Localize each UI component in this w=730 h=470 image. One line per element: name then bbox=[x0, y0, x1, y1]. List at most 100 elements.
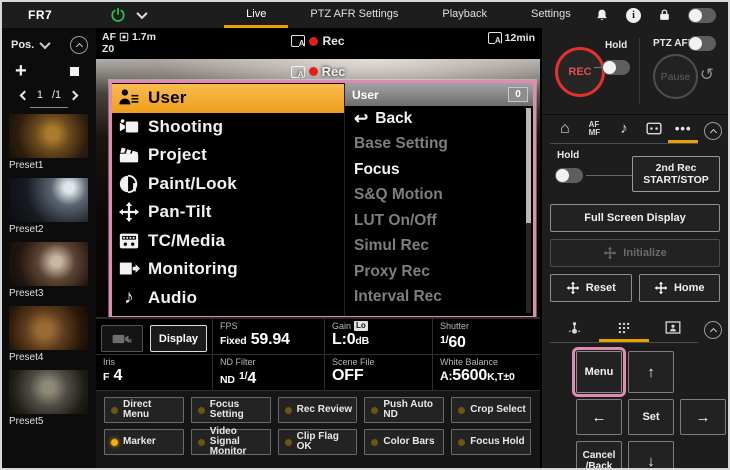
iris-cell[interactable]: Iris F 4 bbox=[96, 355, 213, 390]
assignable-push-auto-nd[interactable]: Push Auto ND bbox=[364, 397, 444, 423]
section-collapse-button[interactable] bbox=[704, 321, 722, 339]
menu-item-tc-media[interactable]: TC/Media bbox=[112, 227, 344, 256]
menu-item-shooting[interactable]: Shooting bbox=[112, 113, 344, 142]
joystick-icon bbox=[567, 320, 582, 335]
pan-tilt-home-button[interactable]: Home bbox=[639, 274, 721, 302]
preset-item-3[interactable]: Preset3 bbox=[9, 242, 96, 299]
pan-tilt-cross-icon bbox=[654, 281, 668, 295]
lock-toggle[interactable] bbox=[688, 8, 716, 23]
tab-playback[interactable]: Playback bbox=[420, 2, 509, 28]
camera-icon bbox=[118, 116, 140, 138]
pause-button[interactable]: Pause bbox=[653, 54, 698, 99]
preset-item-1[interactable]: Preset1 bbox=[9, 114, 96, 171]
tab-home[interactable]: ⌂ bbox=[550, 117, 580, 143]
preset-item-4[interactable]: Preset4 bbox=[9, 306, 96, 363]
fps-cell[interactable]: FPS Fixed 59.94 bbox=[213, 319, 325, 354]
display-button[interactable]: Display bbox=[150, 325, 207, 352]
submenu-item-back[interactable]: ↩ Back bbox=[345, 106, 533, 132]
menu-item-monitoring[interactable]: Monitoring bbox=[112, 255, 344, 284]
set-button[interactable]: Set bbox=[628, 399, 674, 435]
menu-item-pan-tilt[interactable]: Pan-Tilt bbox=[112, 198, 344, 227]
right-arrow-button[interactable]: → bbox=[680, 399, 726, 435]
assignable-direct-menu[interactable]: Direct Menu bbox=[104, 397, 184, 423]
assignable-marker[interactable]: Marker bbox=[104, 429, 184, 455]
second-rec-start-stop-button[interactable]: 2nd Rec START/STOP bbox=[632, 156, 720, 192]
assignable-buttons: Direct Menu Focus Setting Rec Review Pus… bbox=[96, 390, 540, 455]
submenu-scrollbar[interactable] bbox=[526, 108, 531, 313]
tab-keypad[interactable] bbox=[599, 316, 648, 342]
stream-off-button[interactable] bbox=[101, 325, 143, 352]
add-preset-button[interactable]: + bbox=[15, 64, 27, 78]
paint-icon bbox=[118, 173, 140, 195]
back-arrow-icon: ↩ bbox=[354, 110, 368, 127]
preset-thumbnail-1[interactable] bbox=[9, 114, 88, 158]
tab-framing[interactable] bbox=[649, 316, 698, 342]
restart-icon[interactable]: ↺ bbox=[700, 66, 714, 83]
down-arrow-button[interactable]: ↓ bbox=[628, 441, 674, 470]
assignable-focus-hold[interactable]: Focus Hold bbox=[451, 429, 531, 455]
nd-filter-cell[interactable]: ND Filter ND 1/4 bbox=[213, 355, 325, 390]
preset-page-prev-button[interactable] bbox=[19, 90, 29, 100]
stop-preset-button[interactable] bbox=[70, 67, 79, 76]
up-arrow-button[interactable]: ↑ bbox=[628, 351, 674, 393]
preset-thumbnail-3[interactable] bbox=[9, 242, 88, 286]
cancel-back-button[interactable]: Cancel /Back bbox=[576, 441, 622, 470]
assignable-crop-select[interactable]: Crop Select bbox=[451, 397, 531, 423]
osd-submenu: User 0 ↩ Back Base Setting Focus S&Q Mot… bbox=[344, 83, 533, 316]
preset-thumbnail-2[interactable] bbox=[9, 178, 88, 222]
submenu-title: User bbox=[352, 88, 379, 102]
preset-page-next-button[interactable] bbox=[69, 90, 79, 100]
rec-button[interactable]: REC bbox=[555, 47, 605, 97]
sidebar-collapse-button[interactable] bbox=[70, 36, 88, 54]
power-chevron-down-icon[interactable] bbox=[137, 8, 148, 19]
preset-mode-dropdown[interactable]: Pos. bbox=[11, 39, 49, 51]
assignable-color-bars[interactable]: Color Bars bbox=[364, 429, 444, 455]
notification-bell-icon[interactable] bbox=[595, 8, 609, 23]
tab-audio[interactable]: ♪ bbox=[609, 117, 639, 143]
pan-tilt-reset-button[interactable]: Reset bbox=[550, 274, 632, 302]
white-balance-cell[interactable]: White Balance A:5600K,T±0 bbox=[433, 355, 540, 390]
full-screen-display-button[interactable]: Full Screen Display bbox=[550, 204, 720, 232]
preset-thumbnail-4[interactable] bbox=[9, 306, 88, 350]
info-icon[interactable]: i bbox=[626, 8, 641, 23]
tab-live[interactable]: Live bbox=[224, 2, 288, 28]
live-video-feed[interactable]: A Rec User Shooting bbox=[96, 59, 540, 317]
preset-page-current: 1 bbox=[37, 89, 43, 101]
preset-thumbnail-5[interactable] bbox=[9, 370, 88, 414]
assignable-clip-flag-ok[interactable]: Clip Flag OK bbox=[278, 429, 358, 455]
menu-item-user[interactable]: User bbox=[112, 84, 344, 113]
assignable-focus-setting[interactable]: Focus Setting bbox=[191, 397, 271, 423]
indicator-dot bbox=[111, 407, 118, 414]
tab-af-mf[interactable]: AFMF bbox=[580, 117, 610, 143]
preset-item-5[interactable]: Preset5 bbox=[9, 370, 96, 427]
power-icon[interactable] bbox=[110, 7, 126, 23]
section-collapse-button[interactable] bbox=[704, 122, 722, 140]
tab-joystick[interactable] bbox=[550, 316, 599, 342]
tab-settings[interactable]: Settings bbox=[509, 2, 593, 28]
menu-button[interactable]: Menu bbox=[576, 351, 622, 393]
monitor-area: AF 1.7m Z0 A Rec A bbox=[96, 28, 540, 468]
tab-ptz-afr-settings[interactable]: PTZ AFR Settings bbox=[288, 2, 420, 28]
assignable-video-signal-monitor[interactable]: Video Signal Monitor bbox=[191, 429, 271, 455]
indicator-dot bbox=[198, 407, 205, 414]
assignable-rec-review[interactable]: Rec Review bbox=[278, 397, 358, 423]
fr7-live-window: FR7 Live PTZ AFR Settings Playback Setti… bbox=[0, 0, 730, 470]
rec-hold-toggle[interactable] bbox=[602, 60, 630, 75]
initialize-button: Initialize bbox=[550, 239, 720, 267]
gain-cell[interactable]: GainLo L:0dB bbox=[325, 319, 433, 354]
second-rec-hold-toggle[interactable] bbox=[555, 168, 583, 183]
shutter-cell[interactable]: Shutter 1/60 bbox=[433, 319, 540, 354]
menu-item-project[interactable]: Project bbox=[112, 141, 344, 170]
indicator-dot bbox=[458, 407, 465, 414]
preset-item-2[interactable]: Preset2 bbox=[9, 178, 96, 235]
tab-more[interactable]: ••• bbox=[668, 117, 698, 143]
preset-label: Preset4 bbox=[9, 352, 96, 363]
menu-item-audio[interactable]: ♪ Audio bbox=[112, 284, 344, 313]
menu-item-paint-look[interactable]: Paint/Look bbox=[112, 170, 344, 199]
submenu-item-focus[interactable]: Focus bbox=[345, 157, 533, 183]
tab-media[interactable] bbox=[639, 117, 669, 143]
left-arrow-button[interactable]: ← bbox=[576, 399, 622, 435]
pad-tabs bbox=[542, 314, 728, 343]
scene-file-cell[interactable]: Scene File OFF bbox=[325, 355, 433, 390]
ptz-afr-toggle[interactable] bbox=[688, 36, 716, 51]
